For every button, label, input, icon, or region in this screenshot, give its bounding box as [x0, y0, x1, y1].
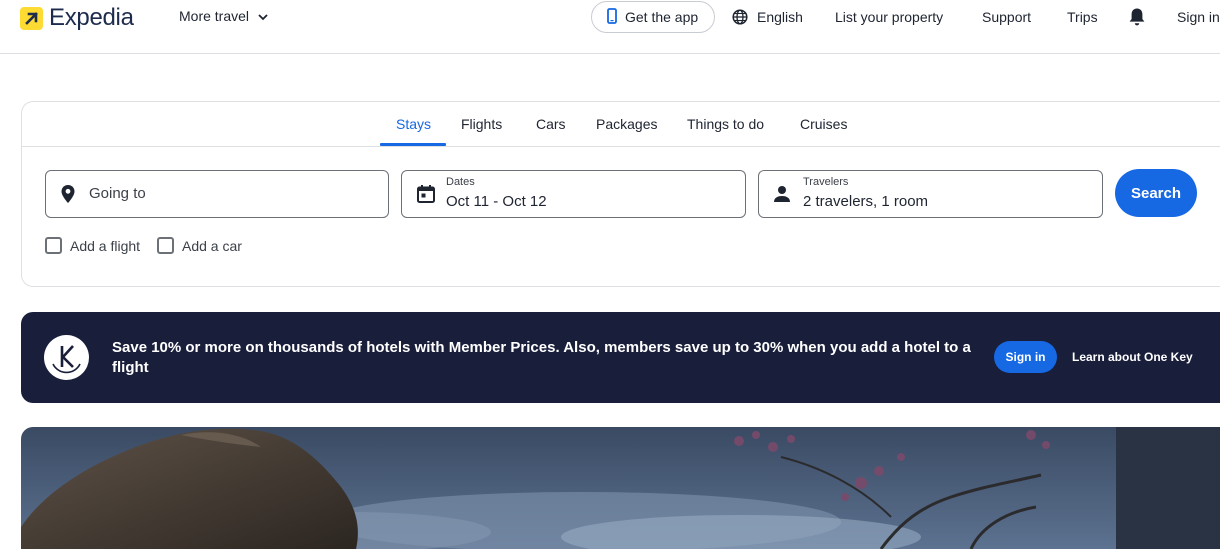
add-car-checkbox[interactable]: Add a car: [157, 237, 242, 254]
tab-cars[interactable]: Cars: [536, 116, 566, 132]
search-tabs: Stays Flights Cars Packages Things to do…: [22, 102, 1220, 147]
banner-message: Save 10% or more on thousands of hotels …: [112, 339, 971, 376]
travelers-field[interactable]: Travelers 2 travelers, 1 room: [758, 170, 1103, 218]
sign-in-link[interactable]: Sign in: [1177, 9, 1220, 25]
search-button[interactable]: Search: [1115, 169, 1197, 217]
more-travel-label: More travel: [179, 8, 250, 24]
going-to-input[interactable]: Going to: [89, 185, 146, 202]
tab-packages[interactable]: Packages: [596, 116, 657, 132]
expedia-logo[interactable]: Expedia: [20, 4, 134, 31]
support-link[interactable]: Support: [982, 9, 1031, 25]
checkbox-box[interactable]: [45, 237, 62, 254]
hero-image: [21, 427, 1220, 549]
chevron-down-icon: [258, 8, 268, 24]
logo-text: Expedia: [49, 4, 134, 31]
location-pin-icon: [60, 184, 76, 209]
add-car-label: Add a car: [182, 237, 242, 254]
learn-about-one-key-link[interactable]: Learn about One Key: [1072, 350, 1193, 364]
more-travel-menu[interactable]: More travel: [179, 8, 268, 24]
going-to-field[interactable]: Going to: [45, 170, 389, 218]
dates-value[interactable]: Oct 11 - Oct 12: [446, 193, 547, 210]
top-header: Expedia More travel Get the app English …: [0, 0, 1220, 54]
member-prices-banner: Save 10% or more on thousands of hotels …: [21, 312, 1220, 403]
person-icon: [773, 184, 791, 209]
active-tab-indicator: [380, 143, 446, 146]
list-property-link[interactable]: List your property: [835, 9, 943, 25]
language-selector[interactable]: English: [732, 9, 803, 25]
trips-link[interactable]: Trips: [1067, 9, 1098, 25]
dates-label: Dates: [446, 176, 475, 188]
expedia-logo-icon: [20, 6, 43, 30]
tab-cruises[interactable]: Cruises: [800, 116, 847, 132]
search-form-card: Stays Flights Cars Packages Things to do…: [21, 101, 1220, 287]
calendar-icon: [416, 184, 436, 209]
globe-icon: [732, 9, 748, 25]
travelers-label: Travelers: [803, 176, 849, 188]
add-flight-checkbox[interactable]: Add a flight: [45, 237, 140, 254]
get-app-button[interactable]: Get the app: [591, 1, 715, 33]
one-key-logo-icon: [44, 335, 89, 380]
checkbox-box[interactable]: [157, 237, 174, 254]
notifications-button[interactable]: [1128, 7, 1146, 27]
phone-icon: [607, 7, 617, 27]
tab-flights[interactable]: Flights: [461, 116, 502, 132]
add-flight-label: Add a flight: [70, 237, 141, 254]
travelers-value[interactable]: 2 travelers, 1 room: [803, 193, 928, 210]
bell-icon: [1129, 8, 1145, 26]
dates-field[interactable]: Dates Oct 11 - Oct 12: [401, 170, 746, 218]
get-app-label: Get the app: [625, 9, 699, 25]
tab-things-to-do[interactable]: Things to do: [687, 116, 764, 132]
tab-stays[interactable]: Stays: [396, 116, 431, 132]
banner-sign-in-button[interactable]: Sign in: [994, 341, 1057, 373]
language-label: English: [757, 9, 803, 25]
